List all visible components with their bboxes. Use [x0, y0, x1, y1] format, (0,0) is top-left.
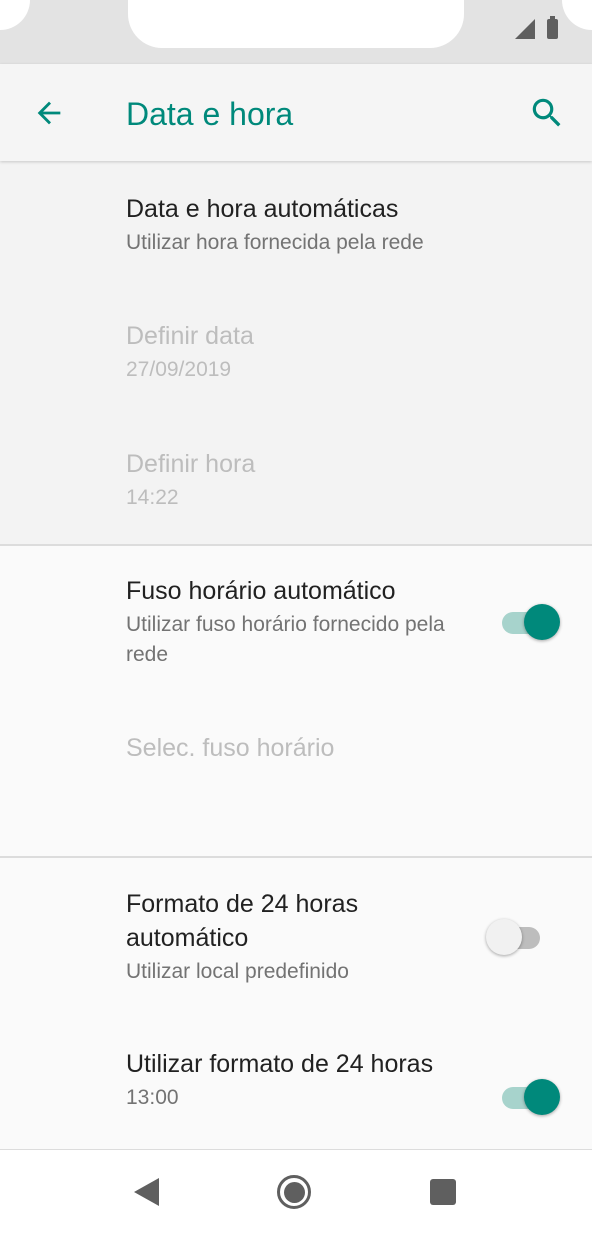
status-bar: [0, 0, 592, 64]
search-button[interactable]: [522, 88, 572, 138]
nav-recents-icon: [430, 1179, 456, 1205]
pref-set-time[interactable]: Definir hora 14:22: [126, 447, 486, 513]
nav-back-button[interactable]: [124, 1170, 168, 1214]
pref-title: Utilizar formato de 24 horas: [126, 1050, 434, 1078]
switch-thumb: [486, 919, 522, 955]
pref-summary: 27/09/2019: [126, 358, 232, 381]
pref-summary: 13:00: [126, 1086, 179, 1109]
pref-title: Definir data: [126, 322, 254, 350]
page-title: Data e hora: [126, 96, 294, 132]
nav-recents-button[interactable]: [421, 1170, 465, 1214]
navigation-bar: [0, 1149, 592, 1233]
pref-select-timezone[interactable]: Selec. fuso horário: [126, 731, 486, 765]
pref-title: Definir hora: [126, 450, 256, 478]
settings-list: Data e hora automáticas Utilizar hora fo…: [0, 161, 592, 1149]
search-icon: [532, 98, 561, 127]
pref-summary: Utilizar local predefinido: [126, 960, 349, 983]
screen-corner: [562, 0, 592, 30]
use-24h-format-switch[interactable]: [496, 1079, 560, 1115]
pref-title: Selec. fuso horário: [126, 734, 335, 762]
pref-summary: Utilizar hora fornecida pela rede: [126, 231, 424, 254]
pref-set-date[interactable]: Definir data 27/09/2019: [126, 319, 486, 385]
back-button[interactable]: [24, 88, 74, 138]
pref-summary: 14:22: [126, 486, 179, 509]
auto-24h-format-switch[interactable]: [486, 919, 546, 955]
section-divider: [0, 856, 592, 858]
pref-summary: Utilizar fuso horário fornecido pela red…: [126, 613, 445, 666]
pref-title: Fuso horário automático: [126, 577, 396, 605]
nav-back-icon: [133, 1178, 159, 1206]
auto-timezone-switch[interactable]: [496, 604, 560, 640]
screen-corner: [0, 0, 30, 30]
section-divider: [0, 544, 592, 546]
battery-icon: [547, 16, 558, 39]
nav-home-icon: [277, 1175, 311, 1209]
signal-icon: [515, 19, 535, 39]
arrow-back-icon: [37, 101, 61, 125]
system-icons: [515, 16, 558, 39]
camera-notch: [128, 0, 464, 48]
switch-thumb: [524, 1079, 560, 1115]
pref-auto-datetime[interactable]: Data e hora automáticas Utilizar hora fo…: [126, 192, 486, 258]
pref-auto-timezone[interactable]: Fuso horário automático Utilizar fuso ho…: [126, 574, 476, 670]
switch-thumb: [524, 604, 560, 640]
pref-title: Formato de 24 horas automático: [126, 890, 359, 952]
pref-auto-24h-format[interactable]: Formato de 24 horas automático Utilizar …: [126, 887, 456, 987]
pref-title: Data e hora automáticas: [126, 195, 399, 223]
nav-home-button[interactable]: [272, 1170, 316, 1214]
pref-use-24h-format[interactable]: Utilizar formato de 24 horas 13:00: [126, 1047, 456, 1113]
app-bar: Data e hora: [0, 64, 592, 161]
home-dot: [283, 1181, 305, 1203]
